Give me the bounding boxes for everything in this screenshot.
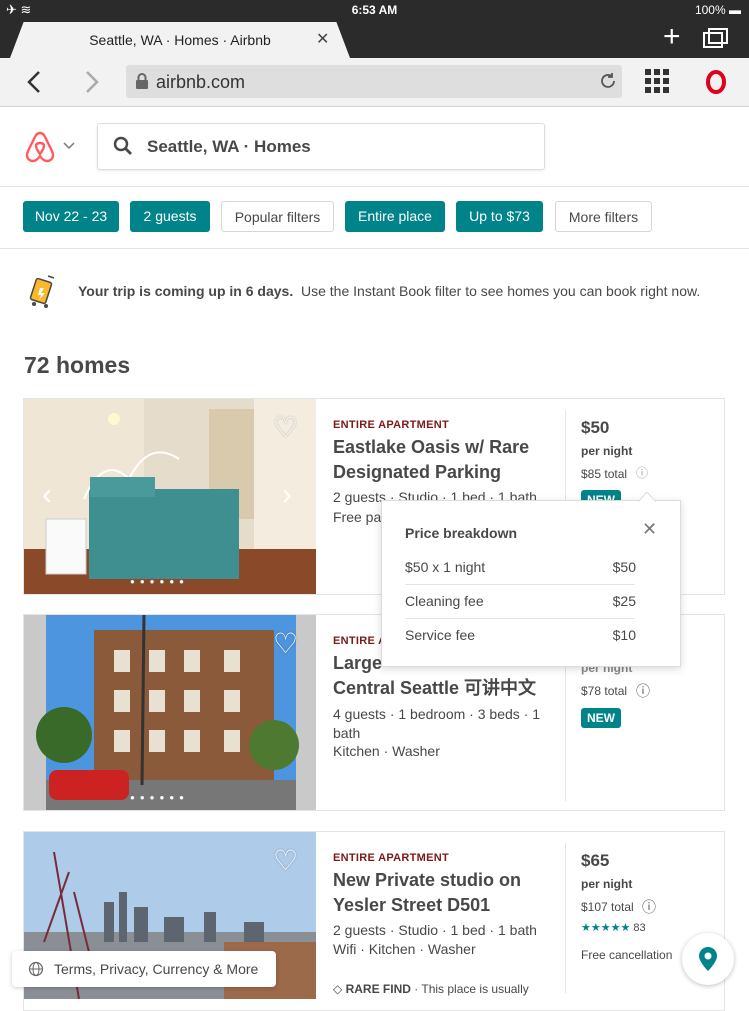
- terms-button[interactable]: Terms, Privacy, Currency & More: [12, 951, 276, 987]
- map-pin-icon: [699, 947, 717, 971]
- search-text: Seattle, WA · Homes: [147, 137, 311, 156]
- trip-banner-bold: Your trip is coming up in 6 days.: [78, 283, 294, 299]
- info-icon[interactable]: ⓘ: [636, 464, 648, 481]
- filter-more-button[interactable]: More filters: [555, 201, 652, 232]
- back-icon[interactable]: [24, 70, 44, 94]
- status-bar: ✈ ≋ 6:53 AM 100% ▬: [0, 0, 749, 20]
- price-breakdown-title: Price breakdown: [405, 525, 518, 541]
- breakdown-label: Cleaning fee: [405, 593, 484, 609]
- chevron-down-icon[interactable]: [63, 142, 75, 150]
- rare-find-label: RARE FIND: [345, 982, 411, 996]
- filter-entire-place-button[interactable]: Entire place: [345, 201, 445, 232]
- filter-guests-button[interactable]: 2 guests: [130, 201, 210, 232]
- info-icon[interactable]: ⓘ: [642, 897, 656, 917]
- trip-banner-text: Your trip is coming up in 6 days. Use th…: [78, 283, 700, 299]
- filter-dates-button[interactable]: Nov 22 - 23: [23, 201, 119, 232]
- listing-title-line-2[interactable]: Central Seattle 可讲中文: [333, 676, 558, 701]
- airbnb-logo-icon[interactable]: [24, 130, 56, 164]
- listing-kind: ENTIRE A: [333, 635, 387, 647]
- review-count: 83: [633, 922, 646, 934]
- per-night-label: per night: [581, 877, 633, 891]
- listing-details: 4 guests · 1 bedroom · 3 beds · 1 bath: [333, 706, 540, 741]
- opera-menu-icon[interactable]: [705, 70, 727, 94]
- divider: [0, 186, 749, 187]
- breakdown-value: $25: [612, 593, 636, 609]
- popover-caret: [638, 492, 656, 502]
- results-count: 72 homes: [24, 352, 131, 378]
- listing-kind: ENTIRE APARTMENT: [333, 419, 450, 431]
- info-icon[interactable]: ⓘ: [636, 681, 650, 701]
- save-heart-icon[interactable]: ♡: [273, 411, 298, 444]
- close-icon[interactable]: ✕: [642, 519, 657, 540]
- rare-find-text: · This place is usually: [414, 982, 529, 996]
- per-night-label: per night: [581, 444, 633, 458]
- close-tab-icon[interactable]: ✕: [316, 29, 329, 49]
- rare-find-note: ◇ RARE FIND · This place is usually: [333, 982, 529, 996]
- breakdown-label: $50 x 1 night: [405, 559, 486, 575]
- photo-pager-dots: ●●●●●●: [130, 577, 189, 586]
- search-icon: [113, 136, 132, 155]
- filter-price-button[interactable]: Up to $73: [456, 201, 543, 232]
- forward-icon[interactable]: [82, 70, 102, 94]
- rating: ★★★★★ 83: [581, 921, 646, 934]
- globe-icon: [28, 961, 44, 977]
- divider: [405, 584, 635, 585]
- tabs-switch-icon[interactable]: [703, 28, 729, 50]
- status-time: 6:53 AM: [351, 3, 398, 17]
- trip-banner-rest: Use the Instant Book filter to see homes…: [301, 283, 701, 299]
- listing-total: $78 total: [581, 684, 628, 698]
- save-heart-icon[interactable]: ♡: [273, 844, 298, 877]
- lock-icon: [136, 73, 148, 89]
- save-heart-icon[interactable]: ♡: [273, 627, 298, 660]
- prev-photo-icon[interactable]: ‹: [42, 478, 52, 512]
- rating-stars: ★★★★★: [581, 922, 631, 934]
- listing-amenities: Kitchen · Washer: [333, 743, 440, 759]
- divider: [565, 843, 566, 993]
- reload-icon[interactable]: [599, 72, 617, 90]
- listing-title[interactable]: New Private studio on Yesler Street D501: [333, 868, 558, 918]
- url-text: airbnb.com: [156, 72, 246, 92]
- battery-level: 100% ▬: [694, 3, 741, 17]
- listing-details: 2 guests · Studio · 1 bed · 1 bath: [333, 922, 537, 938]
- divider: [405, 618, 635, 619]
- tab-title: Seattle, WA · Homes · Airbnb: [89, 32, 271, 48]
- diamond-icon: ◇: [333, 982, 343, 996]
- breakdown-value: $50: [612, 559, 636, 575]
- listing-total: $85 total: [581, 467, 628, 481]
- map-button[interactable]: [682, 933, 734, 985]
- browser-tab[interactable]: Seattle, WA · Homes · Airbnb ✕: [10, 22, 350, 58]
- next-photo-icon[interactable]: ›: [282, 478, 292, 512]
- divider: [0, 248, 749, 249]
- new-badge: NEW: [581, 708, 621, 728]
- listing-kind: ENTIRE APARTMENT: [333, 852, 450, 864]
- free-cancellation: Free cancellation: [581, 948, 673, 962]
- speed-dial-grid-icon[interactable]: [645, 69, 669, 93]
- breakdown-value: $10: [612, 627, 636, 643]
- photo-pager-dots: ●●●●●●: [130, 793, 189, 802]
- listing-price: $65: [581, 851, 610, 870]
- listing-amenities: Wifi · Kitchen · Washer: [333, 941, 476, 957]
- new-tab-icon[interactable]: +: [663, 22, 681, 52]
- listing-price: $50: [581, 418, 610, 437]
- luggage-icon: [29, 275, 55, 308]
- listing-total: $107 total: [581, 900, 634, 914]
- filter-popular-button[interactable]: Popular filters: [221, 201, 334, 232]
- breakdown-label: Service fee: [405, 627, 476, 643]
- price-breakdown-popover: Price breakdown ✕ $50 x 1 night $50 Clea…: [381, 492, 681, 667]
- listing-title[interactable]: Eastlake Oasis w/ Rare Designated Parkin…: [333, 435, 548, 485]
- terms-label: Terms, Privacy, Currency & More: [54, 961, 259, 977]
